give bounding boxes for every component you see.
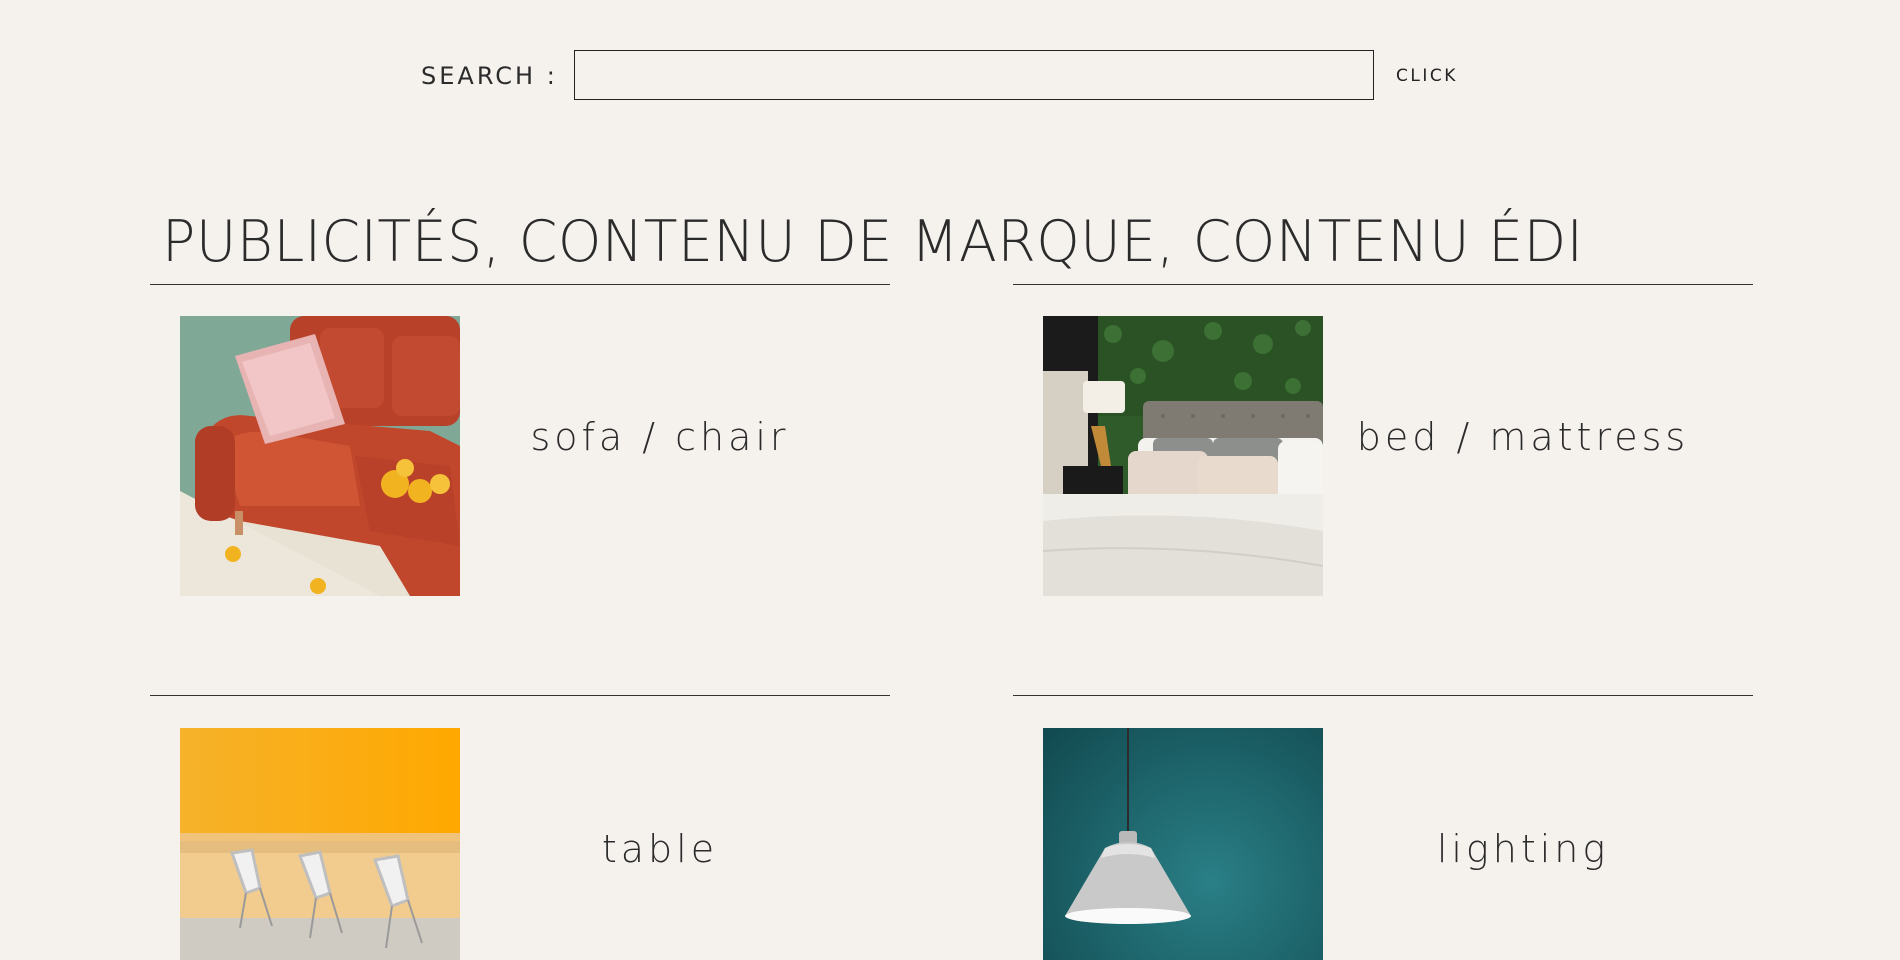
divider-left-top bbox=[150, 284, 890, 285]
search-input[interactable] bbox=[574, 50, 1374, 100]
sofa-chair-image[interactable] bbox=[180, 316, 460, 596]
divider-right-middle bbox=[1013, 695, 1753, 696]
search-bar: SEARCH : CLICK bbox=[0, 50, 1900, 102]
category-table[interactable]: table bbox=[475, 827, 845, 871]
search-submit-button[interactable]: CLICK bbox=[1388, 62, 1466, 90]
table-image[interactable] bbox=[180, 728, 460, 960]
table-illustration bbox=[180, 728, 460, 960]
lighting-image[interactable] bbox=[1043, 728, 1323, 960]
category-lighting[interactable]: lighting bbox=[1338, 827, 1708, 871]
category-sofa-chair[interactable]: sofa / chair bbox=[475, 415, 845, 459]
search-label: SEARCH : bbox=[421, 62, 558, 90]
divider-left-middle bbox=[150, 695, 890, 696]
lamp-illustration bbox=[1043, 728, 1323, 960]
section-heading: PUBLICITÉS, CONTENU DE MARQUE, CONTENU É… bbox=[162, 209, 1584, 275]
bed-mattress-image[interactable] bbox=[1043, 316, 1323, 596]
page: SEARCH : CLICK PUBLICITÉS, CONTENU DE MA… bbox=[0, 0, 1900, 960]
sofa-illustration bbox=[180, 316, 460, 596]
category-bed-mattress[interactable]: bed / mattress bbox=[1338, 415, 1708, 459]
divider-right-top bbox=[1013, 284, 1753, 285]
bed-illustration bbox=[1043, 316, 1323, 596]
